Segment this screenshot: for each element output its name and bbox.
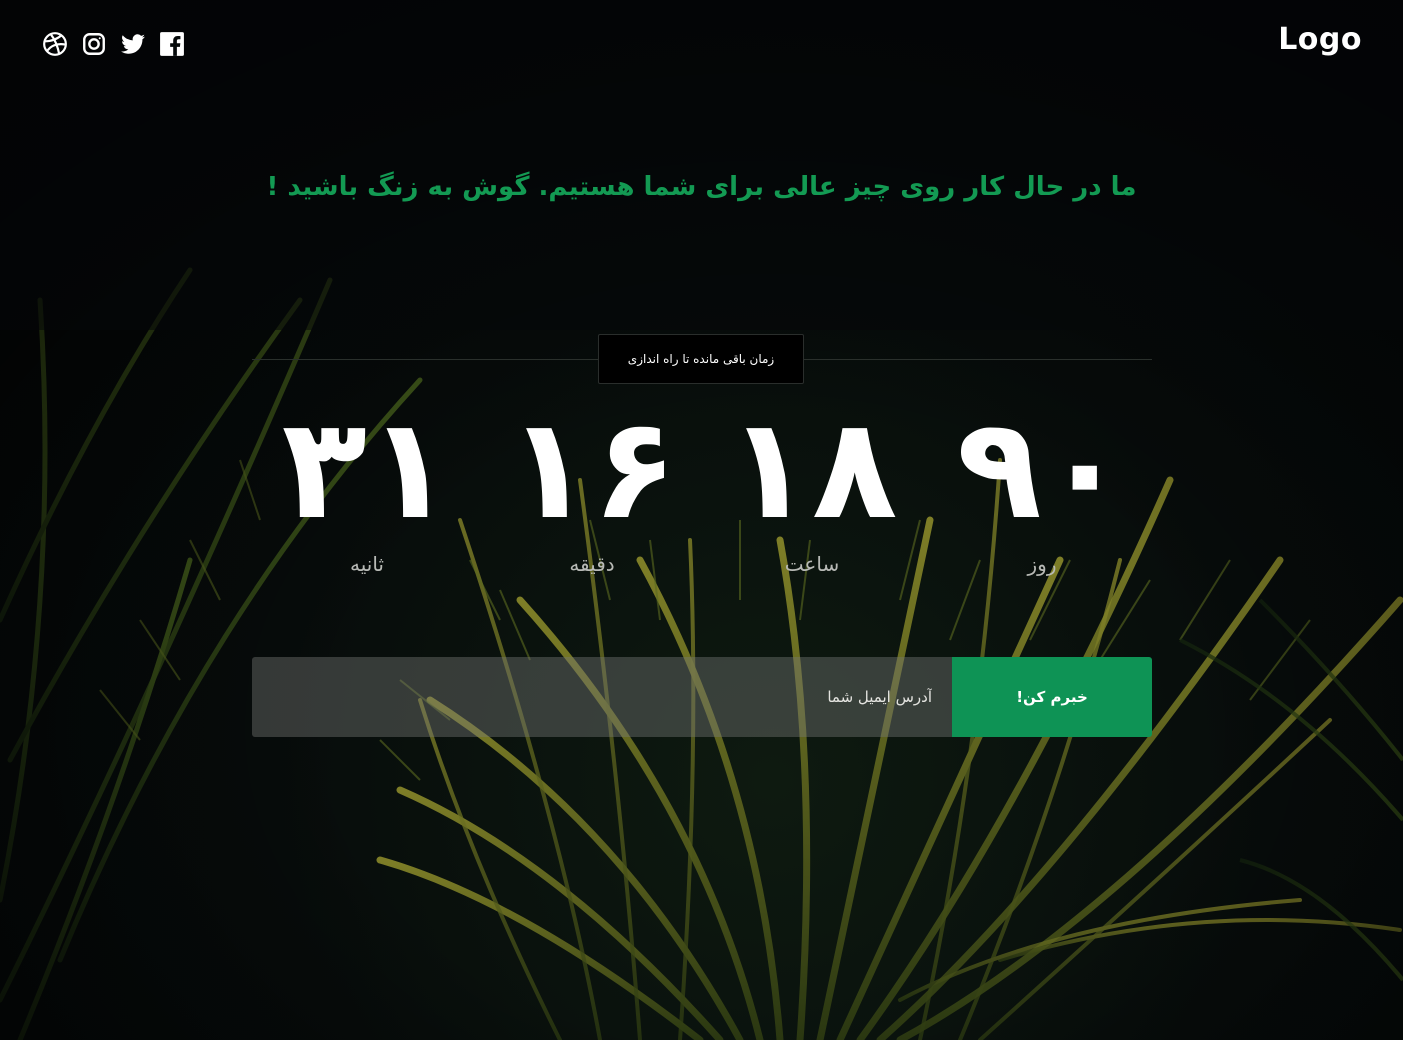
days-label: روز bbox=[1027, 552, 1057, 576]
countdown-caption: زمان باقی مانده تا راه اندازی bbox=[598, 334, 804, 384]
countdown-timer: ۹۰ روز ۱۸ ساعت ۱۶ دقیقه ۳۱ ثانیه bbox=[252, 400, 1152, 590]
dribbble-icon[interactable] bbox=[42, 31, 68, 57]
seconds-label: ثانیه bbox=[350, 552, 384, 576]
seconds-value: ۳۱ bbox=[281, 388, 453, 551]
days-value: ۹۰ bbox=[956, 388, 1128, 551]
hours-label: ساعت bbox=[784, 552, 840, 576]
countdown-days: ۹۰ روز bbox=[942, 388, 1142, 577]
minutes-value: ۱۶ bbox=[506, 388, 678, 551]
countdown-hours: ۱۸ ساعت bbox=[712, 388, 912, 577]
hours-value: ۱۸ bbox=[726, 388, 898, 551]
email-input[interactable] bbox=[252, 657, 952, 737]
subscribe-form: خبرم کن! bbox=[252, 657, 1152, 737]
top-header: Logo bbox=[0, 0, 1403, 90]
instagram-icon[interactable] bbox=[81, 31, 107, 57]
site-logo[interactable]: Logo bbox=[1278, 22, 1362, 57]
countdown-minutes: ۱۶ دقیقه bbox=[492, 388, 692, 577]
social-links bbox=[42, 31, 185, 57]
hero-tagline: ما در حال کار روی چیز عالی برای شما هستی… bbox=[266, 172, 1137, 202]
coming-soon-page: Logo ما در حال کار روی چیز عالی برای شما… bbox=[0, 0, 1403, 1040]
notify-me-button[interactable]: خبرم کن! bbox=[952, 657, 1152, 737]
countdown-seconds: ۳۱ ثانیه bbox=[267, 388, 467, 577]
minutes-label: دقیقه bbox=[569, 552, 615, 576]
facebook-icon[interactable] bbox=[159, 31, 185, 57]
twitter-icon[interactable] bbox=[120, 31, 146, 57]
